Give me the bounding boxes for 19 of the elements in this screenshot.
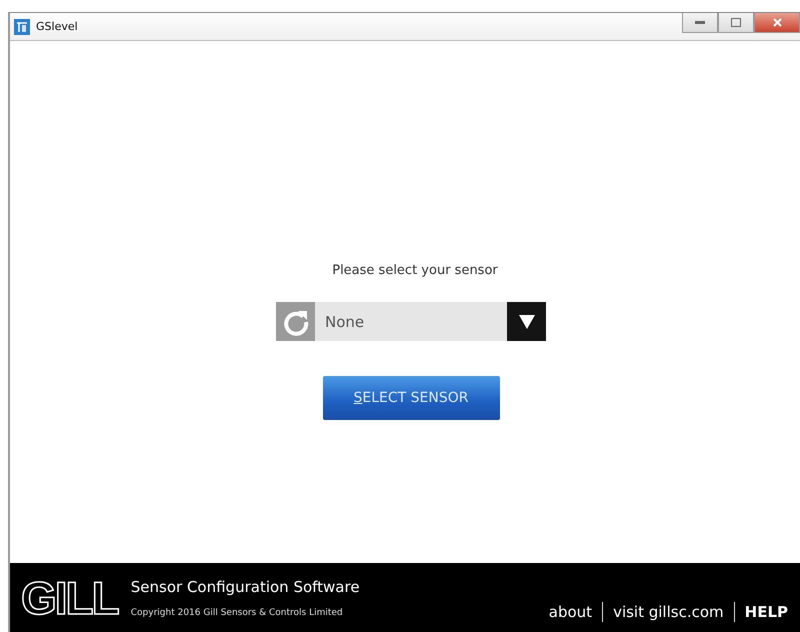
minimize-icon <box>695 20 705 24</box>
window-title: GSlevel <box>36 20 78 33</box>
dropdown-button[interactable] <box>507 302 546 341</box>
minimize-button[interactable] <box>682 13 718 33</box>
maximize-icon <box>731 18 741 27</box>
product-name: Sensor Configuration Software <box>130 578 360 596</box>
app-icon <box>14 18 30 34</box>
footer-link[interactable]: about <box>548 603 592 621</box>
caret-icon <box>518 314 534 328</box>
footer-link[interactable]: HELP <box>744 603 788 621</box>
refresh-button[interactable] <box>276 302 315 341</box>
footer-link[interactable]: visit gillsc.com <box>613 603 724 621</box>
prompt-text: Please select your sensor <box>332 263 498 278</box>
close-button[interactable] <box>754 13 800 33</box>
copyright-text: Copyright 2016 Gill Sensors & Controls Limited <box>130 608 344 618</box>
close-icon <box>772 18 782 27</box>
logo: GILL <box>20 574 120 620</box>
maximize-button[interactable] <box>718 13 754 33</box>
select-sensor-button[interactable]: SELECT SENSOR <box>322 376 500 420</box>
